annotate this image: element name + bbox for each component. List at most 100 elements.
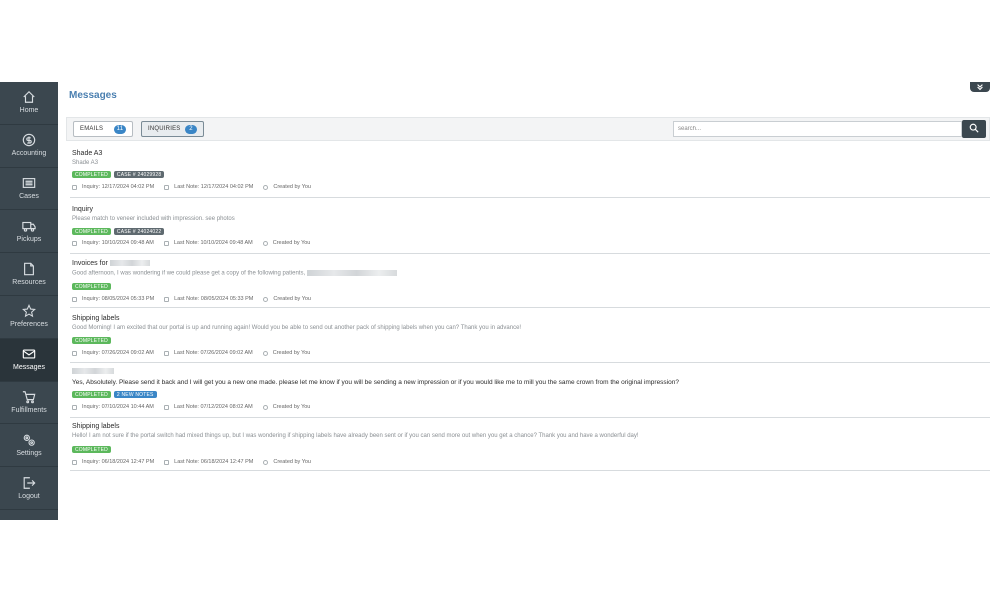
- note-icon: [163, 350, 169, 356]
- inquiry-date: Inquiry: 08/05/2024 05:33 PM: [82, 296, 155, 302]
- tab-emails[interactable]: EMAILS 11: [73, 121, 133, 137]
- message-title: [72, 368, 114, 375]
- badge-row: COMPLETED 2 NEW NOTES: [72, 391, 157, 398]
- meta-row: Inquiry: 10/10/2024 09:48 AM Last Note: …: [72, 240, 320, 246]
- envelope-icon: [22, 347, 36, 361]
- sidebar-item-home[interactable]: Home: [0, 82, 58, 125]
- sidebar-item-settings[interactable]: Settings: [0, 424, 58, 468]
- list-item[interactable]: Yes, Absolutely. Please send it back and…: [70, 368, 990, 418]
- list-item[interactable]: Shade A3 Shade A3 COMPLETED CASE # 24029…: [70, 150, 990, 198]
- count-badge: 2: [185, 124, 197, 134]
- user-icon: [262, 404, 268, 410]
- user-icon: [263, 184, 269, 190]
- meta-row: Inquiry: 07/26/2024 09:02 AM Last Note: …: [72, 350, 320, 356]
- note-icon: [163, 240, 169, 246]
- last-note-date: Last Note: 07/26/2024 09:02 AM: [173, 350, 253, 356]
- note-icon: [164, 296, 170, 302]
- collapse-button[interactable]: [970, 82, 990, 92]
- user-icon: [262, 240, 268, 246]
- user-icon: [263, 296, 269, 302]
- sidebar: Home Accounting Cases Pickups Resources …: [0, 82, 58, 520]
- case-badge: CASE # 24024022: [113, 228, 165, 235]
- status-badge: COMPLETED: [72, 171, 111, 178]
- logout-icon: [22, 476, 36, 490]
- sidebar-item-label: Pickups: [16, 235, 42, 243]
- message-title: Shipping labels: [72, 315, 120, 322]
- redacted-title: [72, 368, 114, 375]
- tab-inquiries[interactable]: INQUIRIES 2: [141, 121, 204, 137]
- last-note-date: Last Note: 08/05/2024 05:33 PM: [174, 296, 254, 302]
- tab-label: INQUIRIES: [148, 126, 181, 132]
- created-by: Created by You: [273, 184, 311, 190]
- search-icon: [969, 120, 979, 138]
- dollar-icon: [22, 133, 36, 147]
- last-note-date: Last Note: 07/12/2024 08:02 AM: [173, 404, 253, 410]
- sidebar-item-logout[interactable]: Logout: [0, 467, 58, 510]
- sidebar-item-label: Accounting: [11, 150, 47, 158]
- list-icon: [22, 176, 36, 190]
- calendar-icon: [72, 404, 77, 410]
- page-title: Messages: [69, 90, 117, 101]
- last-note-date: Last Note: 10/10/2024 09:48 AM: [173, 240, 253, 246]
- badge-row: COMPLETED: [72, 337, 111, 344]
- sidebar-item-resources[interactable]: Resources: [0, 253, 58, 296]
- sidebar-item-label: Cases: [19, 192, 39, 200]
- sidebar-item-label: Preferences: [10, 321, 48, 329]
- cart-icon: [22, 390, 36, 404]
- inquiry-date: Inquiry: 07/10/2024 10:44 AM: [82, 404, 154, 410]
- created-by: Created by You: [272, 240, 311, 246]
- badge-row: COMPLETED CASE # 24029928: [72, 171, 165, 178]
- sidebar-item-label: Resources: [12, 278, 46, 286]
- list-item[interactable]: Shipping labels Hello! I am not sure if …: [70, 423, 990, 471]
- sidebar-item-cases[interactable]: Cases: [0, 168, 58, 211]
- note-icon: [164, 184, 170, 190]
- badge-row: COMPLETED: [72, 283, 111, 290]
- list-item[interactable]: Invoices for Good afternoon, I was wonde…: [70, 260, 990, 308]
- note-icon: [164, 459, 170, 465]
- last-note-date: Last Note: 12/17/2024 04:02 PM: [174, 184, 254, 190]
- case-badge: CASE # 24029928: [113, 171, 165, 178]
- sidebar-item-fulfillments[interactable]: Fulfillments: [0, 382, 58, 425]
- truck-icon: [22, 219, 36, 233]
- list-item[interactable]: Shipping labels Good Morning! I am excit…: [70, 315, 990, 363]
- search-input[interactable]: [673, 121, 962, 137]
- meta-row: Inquiry: 07/10/2024 10:44 AM Last Note: …: [72, 404, 320, 410]
- sidebar-item-pickups[interactable]: Pickups: [0, 210, 58, 254]
- redacted-name: [109, 260, 150, 267]
- status-badge: COMPLETED: [72, 391, 111, 398]
- message-preview: Hello! I am not sure if the portal switc…: [72, 433, 639, 439]
- message-preview: Good Morning! I am excited that our port…: [72, 325, 522, 331]
- message-title: Shade A3: [72, 150, 103, 157]
- created-by: Created by You: [273, 459, 311, 465]
- created-by: Created by You: [272, 350, 311, 356]
- meta-row: Inquiry: 08/05/2024 05:33 PM Last Note: …: [72, 296, 321, 302]
- message-preview-text: Good afternoon, I was wondering if we co…: [72, 270, 306, 277]
- sidebar-item-label: Messages: [13, 364, 45, 372]
- status-badge: COMPLETED: [72, 228, 111, 235]
- sidebar-item-preferences[interactable]: Preferences: [0, 296, 58, 339]
- new-notes-badge: 2 NEW NOTES: [113, 391, 157, 398]
- document-icon: [22, 262, 36, 276]
- message-preview: Please match to veneer included with imp…: [72, 216, 235, 222]
- sidebar-item-messages[interactable]: Messages: [0, 338, 58, 382]
- inquiry-date: Inquiry: 12/17/2024 04:02 PM: [82, 184, 155, 190]
- inquiry-date: Inquiry: 06/18/2024 12:47 PM: [82, 459, 155, 465]
- sidebar-item-label: Logout: [18, 492, 40, 500]
- user-icon: [263, 459, 269, 465]
- redacted-text: [307, 270, 398, 276]
- inquiry-date: Inquiry: 07/26/2024 09:02 AM: [82, 350, 154, 356]
- list-item[interactable]: Inquiry Please match to veneer included …: [70, 206, 990, 254]
- message-preview: Shade A3: [72, 160, 99, 166]
- message-preview: Yes, Absolutely. Please send it back and…: [72, 379, 679, 386]
- search-button[interactable]: [962, 120, 986, 138]
- status-badge: COMPLETED: [72, 283, 111, 290]
- message-title: Inquiry: [72, 206, 94, 213]
- sidebar-item-label: Home: [19, 107, 39, 115]
- message-preview: Good afternoon, I was wondering if we co…: [72, 270, 398, 277]
- count-badge: 11: [114, 124, 126, 134]
- message-title-text: Invoices for: [72, 260, 108, 267]
- home-icon: [22, 90, 36, 104]
- sidebar-item-accounting[interactable]: Accounting: [0, 125, 58, 168]
- calendar-icon: [72, 184, 77, 190]
- toolbar: EMAILS 11 INQUIRIES 2: [66, 117, 990, 141]
